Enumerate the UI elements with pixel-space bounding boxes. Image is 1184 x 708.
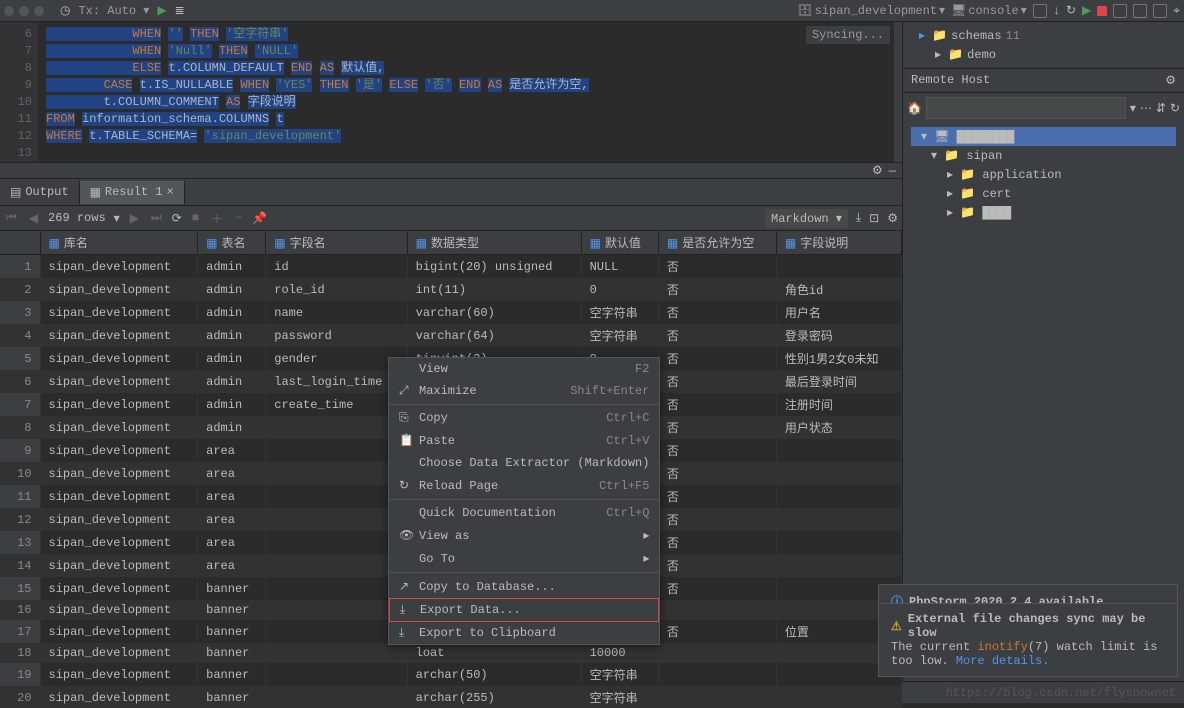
- extractor-selector[interactable]: Markdown ▾: [765, 209, 848, 228]
- tab-output[interactable]: ▤ Output: [0, 181, 80, 204]
- menu-go-to[interactable]: Go To▸: [389, 547, 659, 570]
- menu-view[interactable]: ViewF2: [389, 358, 659, 380]
- table-row[interactable]: 20sipan_developmentbannerarchar(255)空字符串: [0, 686, 902, 708]
- next-page-icon[interactable]: ▶: [128, 211, 141, 226]
- context-menu[interactable]: ViewF2⤢MaximizeShift+Enter ⎘CopyCtrl+C📋Pa…: [388, 357, 660, 645]
- down-icon[interactable]: ↓: [1053, 4, 1060, 18]
- pin-icon[interactable]: 📌: [252, 211, 267, 226]
- play-run-icon[interactable]: ▶: [1082, 3, 1091, 18]
- tool-icon-1[interactable]: [1113, 4, 1127, 18]
- menu-reload-page[interactable]: ↻Reload PageCtrl+F5: [389, 474, 659, 497]
- col-字段名[interactable]: ▦字段名: [266, 231, 407, 255]
- first-page-icon[interactable]: ⏮: [4, 211, 19, 225]
- watermark: https://blog.csdn.net/flysnownet: [946, 686, 1176, 700]
- stop-icon[interactable]: [1097, 6, 1107, 16]
- menu-view-as[interactable]: 👁View as▸: [389, 524, 659, 547]
- download-icon[interactable]: ⤓: [856, 211, 861, 225]
- table-row[interactable]: 19sipan_developmentbannerarchar(50)空字符串: [0, 663, 902, 686]
- remote-node-application[interactable]: ▸ 📁 application: [911, 165, 1176, 184]
- menu-copy[interactable]: ⎘CopyCtrl+C: [389, 407, 659, 429]
- tx-label: Tx:: [78, 4, 100, 18]
- remote-host-input[interactable]: [926, 97, 1126, 119]
- col-数据类型[interactable]: ▦数据类型: [407, 231, 581, 255]
- table-row[interactable]: 2sipan_developmentadminrole_idint(11)0否角…: [0, 278, 902, 301]
- warn-icon: ⚠: [891, 619, 902, 634]
- remote-gear-icon[interactable]: ⚙: [1165, 73, 1176, 88]
- col-默认值[interactable]: ▦默认值: [581, 231, 658, 255]
- col-是否允许为空[interactable]: ▦是否允许为空: [658, 231, 776, 255]
- col-表名[interactable]: ▦表名: [198, 231, 266, 255]
- refresh-icon[interactable]: ↻: [1066, 3, 1076, 18]
- remote-collapse-icon[interactable]: ⇵: [1156, 101, 1166, 116]
- funnel-icon[interactable]: ⌖: [1173, 4, 1180, 18]
- db-selector[interactable]: 🗄 sipan_development ▾: [797, 3, 945, 18]
- table-row[interactable]: 3sipan_developmentadminnamevarchar(60)空字…: [0, 301, 902, 324]
- reload-icon[interactable]: ⟳: [172, 211, 182, 226]
- remote-home-icon[interactable]: 🏠: [907, 101, 922, 116]
- tx-value[interactable]: Auto: [107, 4, 136, 18]
- console-selector[interactable]: 🖥 console ▾: [951, 3, 1027, 18]
- add-row-icon[interactable]: ＋: [209, 210, 225, 227]
- remote-opts-icon[interactable]: ⋯: [1140, 101, 1152, 116]
- tool-icon-2[interactable]: [1133, 4, 1147, 18]
- remote-node-more[interactable]: ▸ 📁 ████: [911, 203, 1176, 222]
- remote-root[interactable]: ▾ 🖥 ████████: [911, 127, 1176, 146]
- menu-paste[interactable]: 📋PasteCtrl+V: [389, 429, 659, 452]
- remote-refresh-icon[interactable]: ↻: [1170, 101, 1180, 116]
- remote-node-cert[interactable]: ▸ 📁 cert: [911, 184, 1176, 203]
- menu-export-to-clipboard[interactable]: ⤓Export to Clipboard: [389, 622, 659, 644]
- minimap[interactable]: [894, 22, 902, 162]
- col-字段说明[interactable]: ▦字段说明: [776, 231, 901, 255]
- export-icon[interactable]: ⊡: [869, 211, 879, 226]
- rows-label[interactable]: 269 rows: [48, 211, 106, 225]
- syncing-label: Syncing...: [806, 26, 890, 44]
- tree-demo[interactable]: ▸ 📁 demo: [907, 45, 1180, 64]
- menu-maximize[interactable]: ⤢MaximizeShift+Enter: [389, 380, 659, 402]
- settings-icon[interactable]: ⚙: [887, 211, 898, 226]
- tool-icon-3[interactable]: [1153, 4, 1167, 18]
- col-库名[interactable]: ▦库名: [40, 231, 198, 255]
- menu-choose-data-extractor-markdown-[interactable]: Choose Data Extractor (Markdown): [389, 452, 659, 474]
- tab-result[interactable]: ▦ Result 1 ×: [80, 181, 185, 204]
- table-row[interactable]: 1sipan_developmentadminidbigint(20) unsi…: [0, 255, 902, 279]
- minimize-icon[interactable]: —: [889, 164, 896, 178]
- play-icon[interactable]: ▶: [157, 3, 166, 18]
- menu-copy-to-database-[interactable]: ↗Copy to Database...: [389, 575, 659, 598]
- prev-page-icon[interactable]: ◀: [27, 211, 40, 226]
- table-row[interactable]: 4sipan_developmentadminpasswordvarchar(6…: [0, 324, 902, 347]
- table-row[interactable]: 18sipan_developmentbannerloat10000: [0, 643, 902, 663]
- add-icon[interactable]: [1033, 4, 1047, 18]
- menu-quick-documentation[interactable]: Quick DocumentationCtrl+Q: [389, 502, 659, 524]
- list-icon[interactable]: ≣: [175, 3, 185, 18]
- tree-schemas[interactable]: ▸ 📁 schemas 11: [907, 26, 1180, 45]
- last-page-icon[interactable]: ⏭: [149, 211, 164, 225]
- remote-node-sipan[interactable]: ▾ 📁 sipan: [911, 146, 1176, 165]
- remove-row-icon[interactable]: −: [233, 211, 244, 225]
- remote-host-title: Remote Host: [911, 73, 990, 88]
- warning-notification[interactable]: ⚠External file changes sync may be slow …: [878, 603, 1178, 677]
- menu-export-data-[interactable]: ⤓Export Data...: [389, 598, 659, 622]
- stop-icon: ■: [190, 211, 201, 225]
- gear-icon[interactable]: ⚙: [872, 163, 883, 178]
- clock-icon: ◷: [60, 3, 70, 18]
- details-link[interactable]: More details.: [956, 654, 1050, 668]
